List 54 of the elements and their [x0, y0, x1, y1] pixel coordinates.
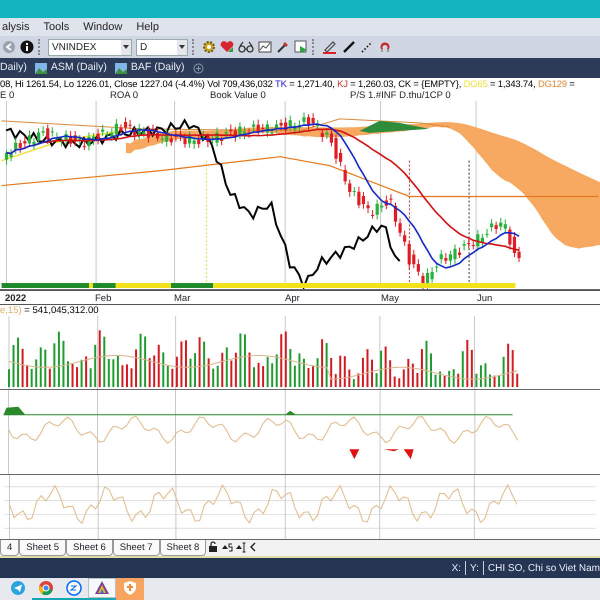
symbol-description: CHI SO, Chi so Viet Nam	[488, 562, 600, 576]
dotted-line-icon[interactable]	[360, 40, 374, 54]
dropdown-arrow-icon[interactable]	[179, 45, 185, 49]
chart-sheet-icon[interactable]	[258, 40, 272, 54]
sheet-tab[interactable]: Sheet 8	[160, 540, 206, 556]
fundamental-value: ROA 0	[110, 90, 139, 101]
chat-app-icon	[66, 580, 82, 596]
wand-icon[interactable]	[276, 40, 290, 54]
menu-item[interactable]: Help	[136, 18, 159, 36]
menu-item[interactable]: alysis	[2, 18, 30, 36]
browser-icon	[38, 580, 54, 596]
play-chart-icon[interactable]	[294, 40, 308, 54]
gear-icon[interactable]	[202, 40, 216, 54]
axis-label: May	[381, 292, 399, 306]
heart-icon[interactable]	[220, 40, 234, 54]
line-icon[interactable]	[342, 40, 356, 54]
dropdown-arrow-icon[interactable]	[123, 45, 129, 49]
glasses-icon[interactable]	[238, 40, 254, 54]
axis-label: Mar	[174, 292, 190, 306]
y-coordinate: Y:	[470, 562, 479, 576]
chart-tab[interactable]: BAF (Daily)	[114, 60, 185, 76]
menu-item[interactable]: Tools	[44, 18, 70, 36]
sheet-tab[interactable]: Sheet 6	[66, 540, 113, 556]
sheet-tab[interactable]: Sheet 7	[112, 540, 160, 556]
axis-label: Feb	[95, 292, 112, 306]
info-icon[interactable]	[20, 40, 34, 54]
fundamental-value: Book Value 0	[210, 90, 267, 101]
sheet-tab[interactable]: 4	[0, 540, 20, 556]
insert-up-icon[interactable]	[234, 540, 248, 554]
taskbar-button[interactable]	[88, 578, 116, 600]
volume-value-label: e,15) = 541,045,312.00	[0, 305, 100, 316]
chevron-left-icon[interactable]	[248, 540, 258, 554]
shield-icon	[122, 580, 138, 596]
x-coordinate: X:	[452, 562, 462, 576]
taskbar-button[interactable]	[32, 578, 60, 600]
menu-item[interactable]: Window	[83, 18, 122, 36]
axis-label: Apr	[285, 292, 300, 306]
fundamental-value: P/S 1.#INF D.thu/1CP 0	[350, 90, 452, 101]
axis-label: Jun	[477, 292, 492, 306]
picture-icon[interactable]	[34, 62, 47, 74]
quote-info-line: 08, Hi 1261.54, Lo 1226.01, Close 1227.04 (-4.4%) Vol 709,436,032 TK = 1,271.40, KJ = 1,260.03, CK = {EMPTY}, DG65 = 1,343.74, DG129 =	[0, 78, 576, 90]
triangle-app-icon	[94, 580, 110, 596]
paper-plane-icon	[10, 580, 26, 596]
add-tab-icon[interactable]	[192, 62, 204, 74]
chart-tab[interactable]: Daily)	[0, 60, 27, 76]
symbol-combo[interactable]: VNINDEX	[48, 38, 132, 56]
axis-label: 2022	[5, 292, 26, 306]
magnet-icon[interactable]	[378, 40, 392, 54]
fundamental-value: E 0	[0, 90, 16, 101]
pen-icon[interactable]	[322, 40, 338, 54]
sheet-tab[interactable]: Sheet 5	[19, 540, 66, 556]
interval-combo[interactable]: D	[136, 38, 188, 56]
chart-tab[interactable]: ASM (Daily)	[34, 60, 107, 76]
picture-icon[interactable]	[114, 62, 127, 74]
